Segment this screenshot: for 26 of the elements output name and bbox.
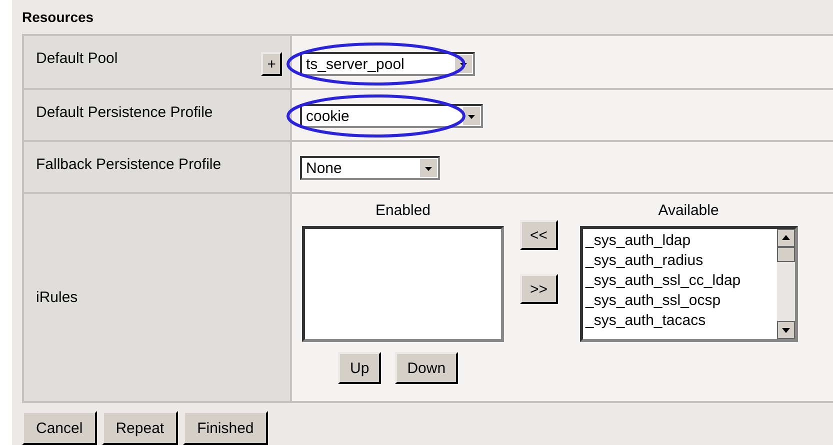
field-label: Default Pool (36, 50, 118, 67)
enabled-list[interactable] (302, 226, 504, 342)
list-item[interactable]: _sys_auth_ldap (586, 231, 777, 251)
field-label: iRules (36, 289, 78, 306)
dropdown[interactable]: None (300, 156, 440, 180)
move-right-button[interactable]: >> (520, 274, 558, 304)
move-left-button[interactable]: << (520, 220, 558, 250)
list-title: Available (658, 202, 719, 221)
add-button[interactable]: + (261, 52, 282, 76)
dropdown[interactable]: ts_server_pool (300, 52, 475, 76)
form-button[interactable]: Finished (183, 411, 268, 445)
scrollbar[interactable] (776, 229, 795, 339)
form-button[interactable]: Repeat (102, 411, 178, 445)
list-item[interactable]: _sys_auth_ssl_ocsp (586, 291, 777, 311)
list-title: Enabled (375, 202, 431, 221)
list-item[interactable]: _sys_auth_ssl_cc_ldap (586, 271, 777, 291)
available-list[interactable]: _sys_auth_ldap _sys_auth_radius _sys_auth_ssl_cc_ldap _sys_auth_ssl_ocsp _sys_auth_tacacs (580, 226, 798, 342)
list-item[interactable]: _sys_auth_radius (586, 251, 777, 271)
form-button[interactable]: Cancel (22, 411, 97, 445)
list-item[interactable]: _sys_auth_tacacs (586, 311, 777, 331)
dropdown[interactable]: cookie (300, 104, 483, 128)
field-label: Fallback Persistence Profile (36, 156, 222, 173)
field-label: Default Persistence Profile (36, 104, 213, 121)
down-button[interactable]: Down (395, 352, 458, 384)
up-button[interactable]: Up (338, 352, 382, 384)
section-title: Resources (22, 8, 95, 27)
